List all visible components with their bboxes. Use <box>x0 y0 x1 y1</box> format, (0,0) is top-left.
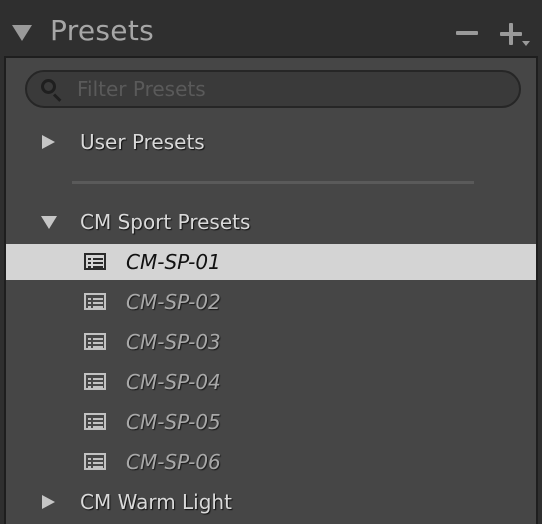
plus-icon-vertical <box>509 23 513 45</box>
preset-label: CM-SP-06 <box>126 450 221 474</box>
preset-item-cm-sp-06[interactable]: CM-SP-06 <box>6 444 536 480</box>
expand-triangle-icon[interactable] <box>42 495 55 509</box>
presets-list[interactable]: User Presets CM Sport Presets CM-SP-01 C… <box>4 56 538 524</box>
preset-icon <box>84 333 106 350</box>
folder-user-presets[interactable]: User Presets <box>6 124 536 160</box>
filter-presets-input[interactable] <box>77 74 497 104</box>
presets-panel: Presets User Presets CM Sport Presets CM… <box>0 0 542 524</box>
preset-label: CM-SP-03 <box>126 330 221 354</box>
panel-title[interactable]: Presets <box>50 14 154 47</box>
filter-presets-field[interactable] <box>25 70 521 108</box>
folder-label: CM Warm Light <box>80 490 232 514</box>
folder-label: User Presets <box>80 130 205 154</box>
preset-label: CM-SP-04 <box>126 370 221 394</box>
preset-item-cm-sp-01[interactable]: CM-SP-01 <box>6 244 536 280</box>
expand-triangle-icon[interactable] <box>42 135 55 149</box>
collapse-triangle-icon[interactable] <box>12 25 32 41</box>
preset-label: CM-SP-05 <box>126 410 221 434</box>
divider <box>72 181 474 184</box>
folder-cm-warm-light[interactable]: CM Warm Light <box>6 484 536 520</box>
search-icon <box>41 79 56 94</box>
folder-label: CM Sport Presets <box>80 210 251 234</box>
remove-preset-button[interactable] <box>456 31 478 35</box>
preset-icon <box>84 413 106 430</box>
preset-icon <box>84 293 106 310</box>
dropdown-caret-icon <box>522 41 530 46</box>
folder-cm-sport-presets[interactable]: CM Sport Presets <box>6 204 536 240</box>
panel-header: Presets <box>0 0 542 56</box>
preset-item-cm-sp-02[interactable]: CM-SP-02 <box>6 284 536 320</box>
preset-item-cm-sp-04[interactable]: CM-SP-04 <box>6 364 536 400</box>
preset-icon <box>84 453 106 470</box>
preset-label: CM-SP-02 <box>126 290 221 314</box>
preset-item-cm-sp-05[interactable]: CM-SP-05 <box>6 404 536 440</box>
preset-label: CM-SP-01 <box>126 250 221 274</box>
collapse-triangle-icon[interactable] <box>41 216 57 229</box>
preset-icon <box>84 373 106 390</box>
search-icon-handle <box>52 93 62 102</box>
preset-icon <box>84 253 106 270</box>
add-preset-button[interactable] <box>500 22 530 46</box>
preset-item-cm-sp-03[interactable]: CM-SP-03 <box>6 324 536 360</box>
